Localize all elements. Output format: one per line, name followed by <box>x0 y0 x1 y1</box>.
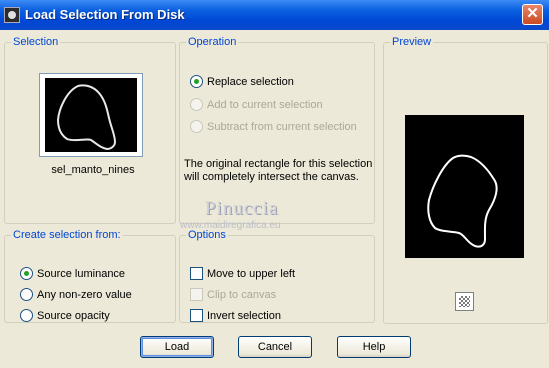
create-from-legend: Create selection from: <box>13 229 121 241</box>
radio-replace-selection[interactable]: Replace selection <box>190 75 294 88</box>
watermark-url: www.maidiregrafica.eu <box>180 220 281 231</box>
radio-subtract-from-selection: Subtract from current selection <box>190 120 357 133</box>
checkbox-invert-label: Invert selection <box>207 309 281 322</box>
radio-replace-indicator[interactable] <box>190 75 203 88</box>
radio-non-zero-label: Any non-zero value <box>37 288 132 301</box>
checkbox-clip-to-canvas: Clip to canvas <box>190 288 276 301</box>
selection-file-name: sel_manto_nines <box>51 164 135 176</box>
radio-opacity-label: Source opacity <box>37 309 110 322</box>
window-title: Load Selection From Disk <box>25 7 185 22</box>
selection-thumbnail-image <box>45 78 137 152</box>
radio-subtract-label: Subtract from current selection <box>207 120 357 133</box>
cancel-button[interactable]: Cancel <box>238 336 312 358</box>
radio-non-zero-indicator[interactable] <box>20 288 33 301</box>
radio-add-indicator <box>190 98 203 111</box>
selection-thumbnail[interactable] <box>39 73 143 157</box>
radio-luminance-indicator[interactable] <box>20 267 33 280</box>
radio-add-to-selection: Add to current selection <box>190 98 323 111</box>
selection-shape-thumbnail <box>56 84 117 151</box>
checkbox-invert-selection[interactable]: Invert selection <box>190 309 281 322</box>
radio-source-opacity[interactable]: Source opacity <box>20 309 110 322</box>
preview-legend: Preview <box>392 36 432 48</box>
operation-group: Operation Replace selection Add to curre… <box>179 36 375 224</box>
radio-any-non-zero[interactable]: Any non-zero value <box>20 288 132 301</box>
checkbox-move-upper-left[interactable]: Move to upper left <box>190 267 295 280</box>
operation-legend: Operation <box>188 36 237 48</box>
create-from-group: Create selection from: Source luminance … <box>4 229 176 323</box>
radio-luminance-label: Source luminance <box>37 267 126 280</box>
checkerboard-icon <box>459 296 470 307</box>
radio-replace-label: Replace selection <box>207 75 294 88</box>
preview-image <box>405 115 524 258</box>
radio-add-label: Add to current selection <box>207 98 323 111</box>
checkbox-invert-indicator[interactable] <box>190 309 203 322</box>
selection-shape-preview <box>427 154 498 248</box>
radio-opacity-indicator[interactable] <box>20 309 33 322</box>
checkbox-move-indicator[interactable] <box>190 267 203 280</box>
options-group: Options Move to upper left Clip to canva… <box>179 229 375 323</box>
checkbox-move-label: Move to upper left <box>207 267 296 280</box>
load-button[interactable]: Load <box>140 336 214 358</box>
watermark-title: Pinuccia <box>205 198 279 219</box>
checkbox-clip-indicator <box>190 288 203 301</box>
title-bar[interactable]: Load Selection From Disk ✕ <box>0 0 549 30</box>
selection-legend: Selection <box>13 36 59 48</box>
checkerboard-toggle-button[interactable] <box>455 292 474 311</box>
radio-subtract-indicator <box>190 120 203 133</box>
operation-info-text: The original rectangle for this selectio… <box>184 158 373 183</box>
radio-source-luminance[interactable]: Source luminance <box>20 267 125 280</box>
help-button[interactable]: Help <box>337 336 411 358</box>
selection-group: Selection sel_manto_nines <box>4 36 176 224</box>
close-button[interactable]: ✕ <box>522 4 543 25</box>
checkbox-clip-label: Clip to canvas <box>207 288 277 301</box>
app-icon <box>4 7 20 23</box>
